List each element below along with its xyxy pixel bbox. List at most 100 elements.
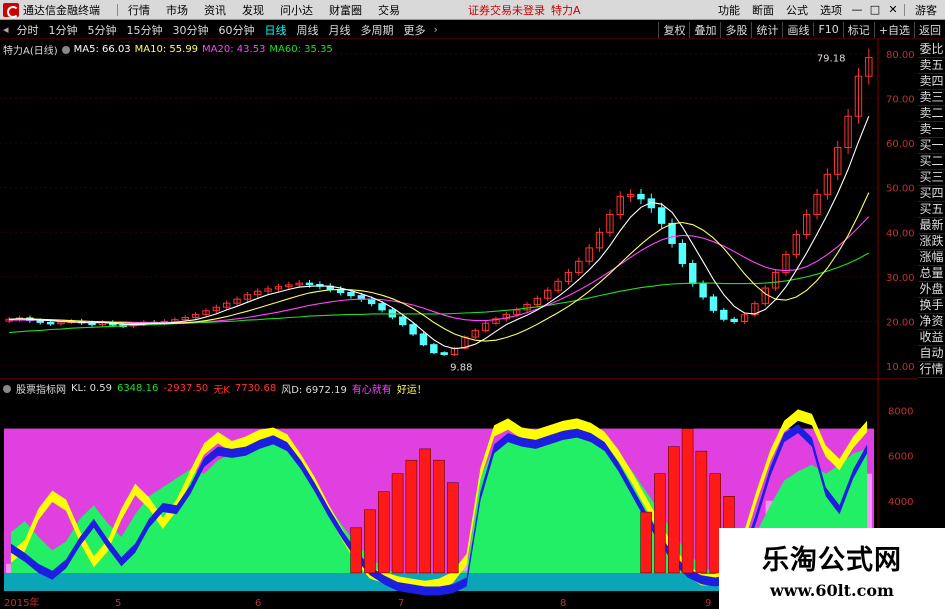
price-tick-label: 20.00: [886, 317, 915, 328]
maximize-icon[interactable]: □: [866, 3, 884, 16]
menu-wealth-circle[interactable]: 财富圈: [321, 2, 370, 18]
period-tab-more[interactable]: 更多: [399, 22, 431, 38]
collapse-arrow-icon[interactable]: ◂: [0, 23, 12, 36]
side-tab-0[interactable]: 委比: [918, 42, 945, 58]
menu-section[interactable]: 断面: [746, 2, 780, 18]
side-tab-18[interactable]: 收益: [918, 330, 945, 346]
statistics-button[interactable]: 统计: [751, 21, 782, 38]
period-tab-daily[interactable]: 日线: [260, 22, 292, 38]
side-tab-2[interactable]: 卖四: [918, 74, 945, 90]
side-tab-14[interactable]: 总量: [918, 266, 945, 282]
period-tab-1min[interactable]: 1分钟: [44, 22, 83, 38]
site-watermark: 乐淘公式网 www.60lt.com: [719, 528, 945, 609]
menu-options[interactable]: 选项: [814, 2, 848, 18]
red-signal-bar: [350, 527, 362, 574]
side-tab-6[interactable]: 买一: [918, 138, 945, 154]
candle-body: [699, 283, 707, 298]
date-axis-label: 6: [255, 598, 261, 609]
price-tick-label: 70.00: [886, 95, 915, 106]
period-tab-timeshare[interactable]: 分时: [12, 22, 44, 38]
candle-body: [430, 344, 438, 354]
overlay-button[interactable]: 叠加: [689, 21, 720, 38]
indicator-settings-icon[interactable]: [3, 384, 11, 393]
indicator-value-2: 6348.16: [116, 383, 159, 394]
close-icon[interactable]: ✕: [884, 3, 902, 16]
side-tab-9[interactable]: 买四: [918, 186, 945, 202]
side-tab-20[interactable]: 行情: [918, 362, 945, 378]
draw-line-button[interactable]: 画线: [782, 21, 813, 38]
side-tab-17[interactable]: 净资: [918, 314, 945, 330]
candle-body: [347, 292, 355, 297]
f10-button[interactable]: F10: [813, 23, 842, 36]
side-tab-19[interactable]: 自动: [918, 346, 945, 362]
ma5-value: MA5: 66.03: [73, 44, 131, 55]
period-tab-60min[interactable]: 60分钟: [214, 22, 260, 38]
adjust-button[interactable]: 复权: [658, 21, 689, 38]
price-tick-label: 30.00: [886, 273, 915, 284]
indicator-name[interactable]: 股票指标网: [16, 381, 66, 396]
side-tab-3[interactable]: 卖三: [918, 90, 945, 106]
indicator-value-4: 无K: [213, 385, 230, 396]
date-axis-label: 7: [398, 598, 404, 609]
side-tab-10[interactable]: 买五: [918, 202, 945, 218]
indicator-text-7: 有心就有: [351, 385, 392, 396]
multi-stock-button[interactable]: 多股: [720, 21, 751, 38]
red-signal-bar: [681, 428, 694, 574]
period-tab-weekly[interactable]: 周线: [292, 22, 324, 38]
candle-body: [689, 263, 697, 285]
side-tab-11[interactable]: 最新: [918, 218, 945, 234]
side-tab-15[interactable]: 外盘: [918, 282, 945, 298]
indicator-legend: 股票指标网 KL: 0.59 6348.16 -2937.50 无K 7730.…: [3, 381, 427, 396]
period-tab-30min[interactable]: 30分钟: [168, 22, 214, 38]
trade-login-status[interactable]: 证券交易未登录: [468, 2, 545, 18]
period-tab-5min[interactable]: 5分钟: [83, 22, 122, 38]
ma20-value: MA20: 43.53: [202, 44, 266, 55]
red-signal-bar: [377, 491, 390, 574]
period-tab-multi[interactable]: 多周期: [356, 22, 399, 38]
menu-market[interactable]: 市场: [158, 2, 196, 18]
current-stock-label: 特力A: [551, 3, 581, 17]
period-tab-15min[interactable]: 15分钟: [122, 22, 168, 38]
settings-dot-icon[interactable]: [61, 45, 70, 54]
candle-body: [305, 282, 314, 286]
back-button[interactable]: 返回: [914, 21, 945, 38]
menu-trade[interactable]: 交易: [370, 2, 408, 18]
side-tab-13[interactable]: 涨幅: [918, 250, 945, 266]
indicator-text-8: 好运！: [396, 385, 427, 396]
menu-news[interactable]: 资讯: [196, 2, 234, 18]
red-signal-bar: [447, 482, 459, 574]
indicator-value-6: 风D: 6972.19: [281, 385, 347, 396]
add-watchlist-button[interactable]: +自选: [873, 21, 914, 38]
period-tab-monthly[interactable]: 月线: [324, 22, 356, 38]
ma10-value: MA10: 55.99: [134, 44, 199, 55]
price-tick-label: 60.00: [886, 139, 915, 150]
side-tab-12[interactable]: 涨跌: [918, 234, 945, 250]
mark-button[interactable]: 标记: [842, 21, 874, 38]
menu-discover[interactable]: 发现: [234, 2, 272, 18]
minimize-icon[interactable]: —: [848, 3, 866, 16]
watermark-title: 乐淘公式网: [762, 545, 902, 576]
indicator-value-5: 7730.68: [234, 383, 277, 394]
red-signal-bar: [667, 446, 680, 574]
side-tab-7[interactable]: 买二: [918, 154, 945, 170]
menu-function[interactable]: 功能: [712, 2, 746, 18]
side-tab-4[interactable]: 卖二: [918, 106, 945, 122]
app-logo-icon: [3, 2, 19, 18]
stock-chart-canvas[interactable]: 10.00 20.00 30.00 40.00 50.00 60.00 70.00 80.00…: [0, 39, 918, 609]
chart-tools-group: 复权 叠加 多股 统计 画线 F10 标记 +自选 返回: [658, 21, 945, 38]
side-tab-1[interactable]: 卖五: [918, 58, 945, 74]
guest-user-label[interactable]: 游客: [907, 2, 945, 18]
price-tick-label: 80.00: [886, 50, 915, 61]
candle-body: [36, 320, 44, 323]
period-toolbar: ◂ 分时 1分钟 5分钟 15分钟 30分钟 60分钟 日线 周线 月线 多周期…: [0, 21, 945, 39]
menu-quotes[interactable]: 行情: [120, 2, 158, 18]
menu-ask-xiaoda[interactable]: 问小达: [272, 2, 321, 18]
chart-title: 特力A(日线): [3, 46, 58, 57]
menu-formula[interactable]: 公式: [780, 2, 814, 18]
red-signal-bar: [654, 473, 666, 574]
low-price-annotation: 9.88: [450, 363, 472, 374]
side-tab-5[interactable]: 卖一: [918, 122, 945, 138]
side-tab-8[interactable]: 买三: [918, 170, 945, 186]
chevron-right-icon[interactable]: ›: [431, 23, 441, 36]
side-tab-16[interactable]: 换手: [918, 298, 945, 314]
